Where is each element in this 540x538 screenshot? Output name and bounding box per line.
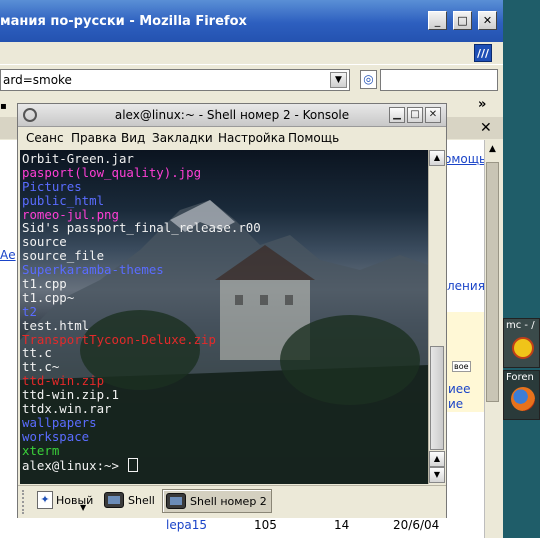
terminal-line: ttd-win.zip.1	[22, 387, 119, 403]
konsole-title: alex@linux:~ - Shell номер 2 - Konsole	[114, 108, 350, 122]
post-date: 20/6/04	[393, 518, 440, 532]
taskbar-firefox[interactable]: Foren	[503, 370, 540, 420]
search-engine-icon[interactable]: ◎	[360, 70, 377, 89]
scroll-up-arrow-icon[interactable]: ▲	[429, 150, 445, 166]
taskbar-mc-label: mc - /	[506, 320, 535, 331]
minimize-button[interactable]: _	[428, 11, 447, 30]
tab-shell-label: Shell	[128, 494, 155, 507]
ae-link[interactable]: Ае	[0, 248, 16, 262]
terminal-line: source_file	[22, 248, 105, 264]
taskbar-mc[interactable]: mc - /	[503, 318, 540, 368]
firefox-menubar: ///	[0, 42, 503, 64]
menu-settings[interactable]: Настройка	[218, 131, 285, 145]
terminal-line: TransportTycoon-Deluxe.zip	[22, 331, 216, 347]
konsole-menubar: Сеанс Правка Вид Закладки Настройка Помо…	[18, 127, 446, 149]
views-count: 105	[254, 518, 277, 532]
terminal-line: ttdx.win.rar	[22, 401, 112, 417]
konsole-window: alex@linux:~ - Shell номер 2 - Konsole ▁…	[17, 103, 447, 518]
tab-shell-2[interactable]: Shell номер 2	[162, 489, 272, 513]
menu-session[interactable]: Сеанс	[26, 131, 64, 145]
terminal-line: test.html	[22, 317, 90, 333]
menu-help[interactable]: Помощь	[288, 131, 339, 145]
bookmarks-chevron[interactable]: »	[478, 97, 486, 112]
terminal-line: Superkaramba-themes	[22, 262, 164, 278]
terminal-line: Orbit-Green.jar	[22, 151, 134, 166]
new-session-icon: ✦	[37, 491, 53, 509]
topic-link-2[interactable]: ие	[448, 397, 463, 411]
maximize-button[interactable]: □	[453, 11, 472, 30]
scroll-thumb[interactable]	[430, 346, 444, 450]
terminal-scrollbar[interactable]: ▲ ▲ ▼	[428, 150, 445, 484]
terminal-line: pasport(low_quality).jpg	[22, 164, 202, 180]
firefox-icon	[511, 387, 535, 411]
terminal-line: workspace	[22, 428, 90, 444]
terminal-line: tt.c	[22, 345, 52, 361]
navigation-toolbar: ard=smoke ▼ ◎	[0, 64, 503, 95]
scroll-up-arrow-icon[interactable]: ▲	[485, 142, 500, 157]
author-link[interactable]: lepa15	[166, 518, 207, 532]
terminal-line: source	[22, 234, 67, 250]
firefox-scrollbar[interactable]: ▲	[484, 140, 501, 538]
terminal-line: ttd-win.zip	[22, 373, 105, 389]
search-input[interactable]	[380, 69, 498, 91]
terminal-output: Orbit-Green.jar pasport(low_quality).jpg P…	[22, 151, 261, 472]
text-cursor	[128, 457, 139, 472]
changes-link[interactable]: ления	[447, 279, 485, 293]
replies-count: 14	[334, 518, 350, 532]
terminal-line: wallpapers	[22, 414, 97, 430]
terminal-line: t1.cpp~	[22, 289, 75, 305]
terminal-area[interactable]: Orbit-Green.jar pasport(low_quality).jpg P…	[20, 150, 428, 484]
terminal-line: t2	[22, 303, 37, 319]
firefox-titlebar[interactable]: мания по-русски - Mozilla Firefox _ □ ✕	[0, 0, 503, 42]
scroll-up-arrow-icon[interactable]: ▲	[429, 451, 445, 467]
tab-shell[interactable]: Shell	[101, 489, 159, 513]
terminal-line: public_html	[22, 192, 105, 208]
taskbar-firefox-label: Foren	[506, 372, 534, 383]
tab-close-icon[interactable]: ✕	[480, 120, 492, 136]
url-dropdown-button[interactable]: ▼	[330, 72, 347, 88]
terminal-icon	[166, 493, 186, 509]
menu-bookmarks[interactable]: Закладки	[152, 131, 213, 145]
terminal-line: Pictures	[22, 178, 82, 194]
konsole-tabbar: ✦ Новый ▼ Shell Shell номер 2	[18, 485, 446, 518]
terminal-line: xterm	[22, 442, 60, 458]
scroll-down-arrow-icon[interactable]: ▼	[429, 467, 445, 483]
new-session-button[interactable]: ✦ Новый ▼	[34, 489, 94, 513]
new-badge: вое	[452, 361, 471, 372]
new-session-label: Новый	[56, 494, 94, 507]
konsole-minimize-button[interactable]: ▁	[389, 107, 405, 123]
terminal-line: alex@linux:~>	[22, 457, 261, 472]
menu-edit[interactable]: Правка	[71, 131, 117, 145]
terminal-line: t1.cpp	[22, 276, 67, 292]
close-button[interactable]: ✕	[478, 11, 497, 30]
bookmark-icon: ▪	[0, 101, 7, 112]
menu-view[interactable]: Вид	[121, 131, 145, 145]
konsole-close-button[interactable]: ✕	[425, 107, 441, 123]
firefox-title: мания по-русски - Mozilla Firefox	[0, 14, 247, 29]
terminal-line: tt.c~	[22, 359, 60, 375]
terminal-line: Sid's passport_final_release.r00	[22, 220, 261, 236]
konsole-maximize-button[interactable]: □	[407, 107, 423, 123]
url-field[interactable]: ard=smoke	[0, 69, 350, 91]
help-link[interactable]: омощь	[444, 152, 486, 166]
toolbar-grip[interactable]	[22, 490, 28, 514]
tab-shell-2-label: Shell номер 2	[190, 495, 267, 508]
scroll-thumb[interactable]	[486, 162, 499, 402]
topic-link-1[interactable]: иее	[448, 382, 471, 396]
shell-icon	[512, 337, 534, 359]
konsole-titlebar[interactable]: alex@linux:~ - Shell номер 2 - Konsole ▁…	[18, 104, 446, 127]
terminal-line: romeo-jul.png	[22, 206, 119, 222]
terminal-icon	[104, 492, 124, 508]
throbber-icon: ///	[474, 44, 492, 62]
dropdown-arrow-icon[interactable]: ▼	[80, 503, 86, 512]
